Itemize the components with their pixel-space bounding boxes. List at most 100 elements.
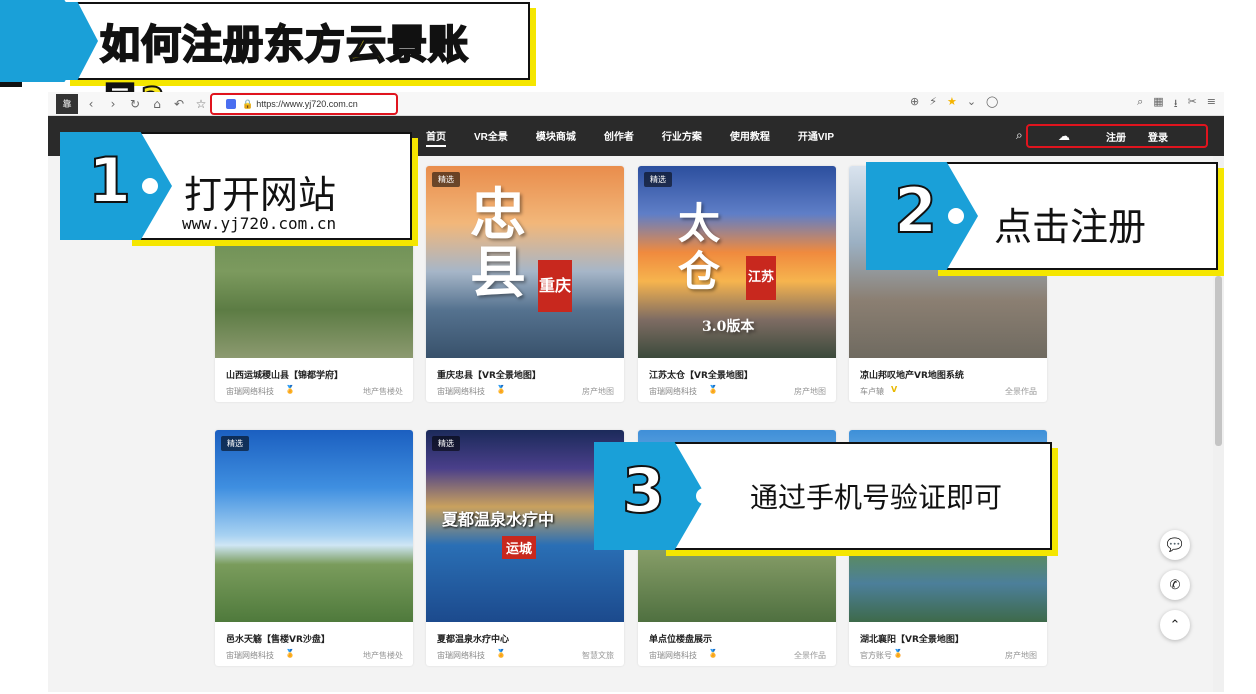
nav-item-tutorials[interactable]: 使用教程	[730, 128, 770, 147]
card-category: 智慧文旅	[582, 651, 614, 660]
phone-icon[interactable]: ✆	[1160, 570, 1190, 600]
search-icon[interactable]: ⌕	[1137, 95, 1143, 114]
step-3-text: 通过手机号验证即可	[750, 481, 1003, 514]
lock-icon: 🔒	[242, 98, 254, 109]
card-author: 宙瑞网络科技	[437, 387, 485, 396]
medal-icon: 🏅	[893, 649, 903, 658]
address-actions: ⊕ ⚡ ★ ⌄ ◯	[910, 95, 998, 108]
browser-toolbar: 靠 ‹ › ↻ ⌂ ↶ ☆ 🔒 https://www.yj720.com.cn…	[48, 92, 1224, 116]
verified-v-icon: V	[891, 385, 898, 394]
favorite-star-icon[interactable]: ★	[947, 95, 957, 108]
card-title: 凉山邦叹地产VR地图系统	[860, 371, 964, 381]
card-author: 宙瑞网络科技	[649, 651, 697, 660]
medal-icon: 🏅	[708, 385, 718, 394]
title-banner: 如何注册东方云景账号?	[0, 0, 540, 127]
featured-tag: 精选	[644, 172, 672, 187]
featured-tag: 精选	[432, 172, 460, 187]
chevron-up-icon[interactable]: ⌃	[1160, 610, 1190, 640]
nav-item-creators[interactable]: 创作者	[604, 128, 634, 147]
reload-icon[interactable]: ↻	[126, 95, 144, 113]
medal-icon: 🏅	[496, 385, 506, 394]
wechat-icon[interactable]: 💬	[1160, 530, 1190, 560]
step-2-callout: 2 点击注册	[866, 160, 1226, 280]
card-category: 地产售楼处	[363, 651, 403, 660]
title-underbar	[0, 82, 22, 87]
address-bar-url: https://www.yj720.com.cn	[256, 99, 358, 109]
thumb-title-zhongxian: 忠县	[470, 182, 526, 306]
card-title: 邑水天觞【售楼VR沙盘】	[226, 635, 330, 645]
featured-tag: 精选	[432, 436, 460, 451]
scrollbar-thumb[interactable]	[1215, 276, 1222, 446]
card-yishui[interactable]: 精选 邑水天觞【售楼VR沙盘】 宙瑞网络科技 🏅 地产售楼处	[215, 430, 413, 666]
thumb-seal-jiangsu: 江苏	[746, 256, 776, 300]
card-category: 房产地图	[794, 387, 826, 396]
step-2-text: 点击注册	[994, 205, 1147, 249]
card-author: 车卢辕	[860, 387, 884, 396]
site-search-icon[interactable]: ⌕	[1016, 128, 1023, 143]
card-title: 重庆忠县【VR全景地图】	[437, 371, 541, 381]
card-category: 全景作品	[1005, 387, 1037, 396]
flash-icon[interactable]: ⚡	[929, 95, 937, 108]
back-icon[interactable]: ‹	[82, 95, 100, 113]
title-box: 如何注册东方云景账号?	[64, 2, 530, 127]
browser-logo-icon: 靠	[56, 93, 78, 114]
step-1-dot	[142, 178, 158, 194]
step-3-callout: 3 通过手机号验证即可	[594, 440, 1064, 560]
card-author: 宙瑞网络科技	[649, 387, 697, 396]
thumb-pool-title: 夏都温泉水疗中	[442, 510, 555, 529]
thumb-version: 3.0版本	[702, 319, 755, 335]
dropdown-icon[interactable]: ⌄	[967, 95, 976, 108]
card-category: 房产地图	[582, 387, 614, 396]
step-3-dot	[696, 488, 712, 504]
card-category: 全景作品	[794, 651, 826, 660]
step-1-number: 1	[87, 143, 132, 218]
card-author: 宙瑞网络科技	[437, 651, 485, 660]
step-2-dot	[948, 208, 964, 224]
thumb-pool-sub: 运城	[502, 536, 537, 559]
zoom-icon[interactable]: ⊕	[910, 95, 919, 108]
address-bar[interactable]: 🔒 https://www.yj720.com.cn	[210, 93, 398, 115]
nav-item-home[interactable]: 首页	[426, 128, 446, 147]
step-3-number: 3	[621, 453, 666, 528]
card-category: 地产售楼处	[363, 387, 403, 396]
nav-item-vip[interactable]: 开通VIP	[798, 128, 834, 147]
medal-icon: 🏅	[708, 649, 718, 658]
thumb-seal-chongqing: 重庆	[538, 260, 572, 312]
step-1-url: www.yj720.com.cn	[182, 214, 337, 233]
menu-icon[interactable]: ≡	[1207, 95, 1216, 114]
card-title: 湖北襄阳【VR全景地图】	[860, 635, 964, 645]
register-button[interactable]: 注册	[1106, 129, 1126, 144]
card-title: 夏都温泉水疗中心	[437, 635, 510, 645]
auth-area: ☁ 注册 登录	[1026, 124, 1208, 148]
nav-item-solutions[interactable]: 行业方案	[662, 128, 702, 147]
card-zhongxian[interactable]: 忠县 重庆 精选 重庆忠县【VR全景地图】 宙瑞网络科技 🏅 房产地图	[426, 166, 624, 402]
card-title: 单点位楼盘展示	[649, 635, 713, 645]
upload-cloud-icon[interactable]: ☁	[1058, 129, 1070, 143]
undo-icon[interactable]: ↶	[170, 95, 188, 113]
step-1-text: 打开网站	[184, 173, 337, 217]
thumb-title-taicang: 太仓	[678, 199, 721, 296]
nav-item-vr[interactable]: VR全景	[474, 128, 508, 147]
apps-icon[interactable]: ▦	[1153, 95, 1163, 114]
card-category: 房产地图	[1005, 651, 1037, 660]
browser-actions: ⌕ ▦ ⭳ ✂ ≡	[1137, 95, 1216, 114]
featured-tag: 精选	[221, 436, 249, 451]
medal-icon: 🏅	[285, 649, 295, 658]
forward-icon[interactable]: ›	[104, 95, 122, 113]
home-icon[interactable]: ⌂	[148, 95, 166, 113]
bookmark-star-icon[interactable]: ☆	[192, 95, 210, 113]
download-icon[interactable]: ⭳	[1174, 95, 1178, 114]
card-thumbnail	[215, 430, 413, 622]
shield-icon	[226, 99, 236, 109]
site-nav-items: 首页 VR全景 模块商城 创作者 行业方案 使用教程 开通VIP	[426, 128, 862, 147]
search-engine-icon[interactable]: ◯	[986, 95, 998, 108]
card-author: 官方账号	[860, 651, 892, 660]
medal-icon: 🏅	[496, 649, 506, 658]
step-1-callout: 1 打开网站 www.yj720.com.cn	[60, 130, 420, 250]
card-taicang[interactable]: 太仓 江苏 3.0版本 精选 江苏太仓【VR全景地图】 宙瑞网络科技 🏅 房产地…	[638, 166, 836, 402]
login-button[interactable]: 登录	[1148, 129, 1168, 144]
medal-icon: 🏅	[285, 385, 295, 394]
nav-item-store[interactable]: 模块商城	[536, 128, 576, 147]
card-title: 江苏太仓【VR全景地图】	[649, 371, 753, 381]
scissors-icon[interactable]: ✂	[1188, 95, 1197, 114]
